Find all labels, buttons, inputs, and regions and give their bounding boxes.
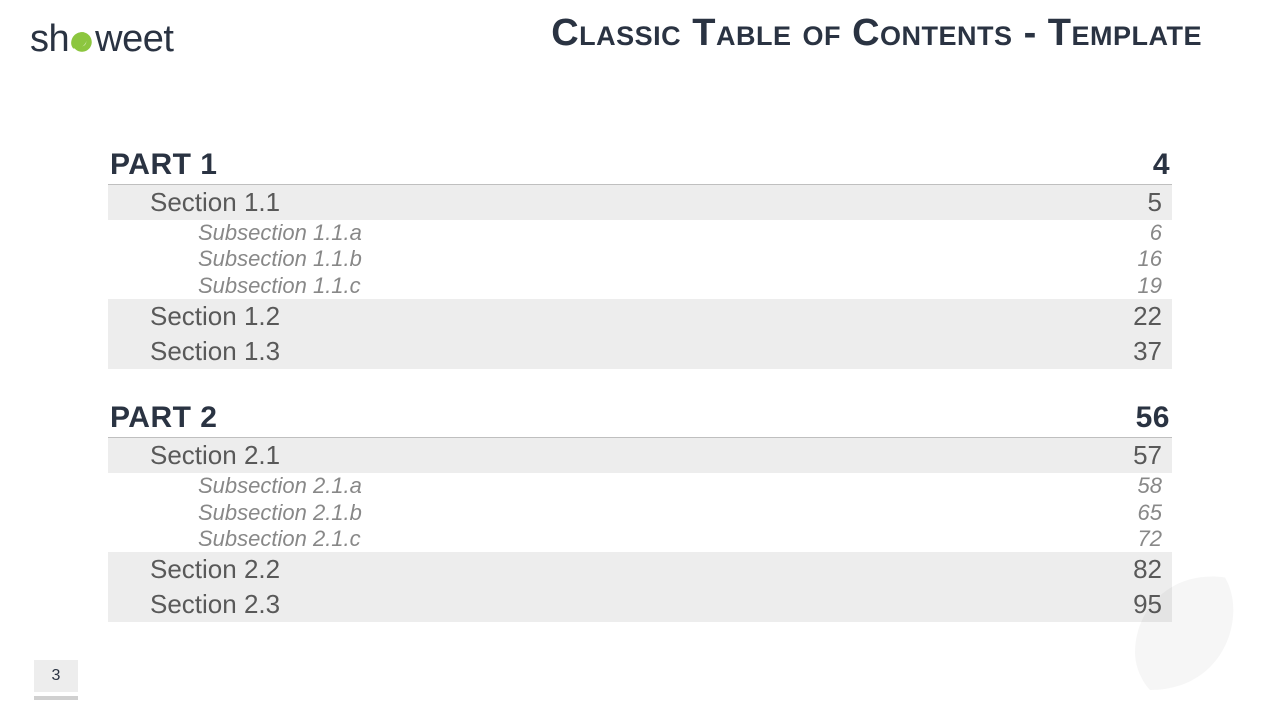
toc-subsection-label: Subsection 2.1.b — [198, 500, 362, 526]
toc-section-label: Section 2.3 — [150, 589, 280, 620]
toc-subsection-row: Subsection 2.1.c 72 — [108, 526, 1172, 552]
toc-subsection-page: 6 — [1150, 220, 1162, 246]
toc-subsection-row: Subsection 2.1.a 58 — [108, 473, 1172, 499]
toc-section-row: Section 2.3 95 — [108, 587, 1172, 622]
toc-subsection-label: Subsection 1.1.b — [198, 246, 362, 272]
toc-section-row: Section 2.1 57 — [108, 438, 1172, 473]
toc-part-label: PART 1 — [110, 148, 217, 182]
toc-section-page: 5 — [1148, 187, 1162, 218]
toc-subsection-page: 58 — [1138, 473, 1162, 499]
toc-section-label: Section 1.2 — [150, 301, 280, 332]
toc-part-label: PART 2 — [110, 401, 217, 435]
toc-section-row: Section 1.2 22 — [108, 299, 1172, 334]
toc-subsection-page: 72 — [1138, 526, 1162, 552]
logo-text-pre: sh — [30, 18, 69, 60]
toc-subsection-row: Subsection 2.1.b 65 — [108, 500, 1172, 526]
toc-part: PART 2 56 Section 2.1 57 Subsection 2.1.… — [108, 401, 1172, 622]
toc-section-label: Section 1.3 — [150, 336, 280, 367]
toc-section-label: Section 1.1 — [150, 187, 280, 218]
toc-subsection-label: Subsection 2.1.a — [198, 473, 362, 499]
logo: shweet — [30, 18, 173, 61]
table-of-contents: PART 1 4 Section 1.1 5 Subsection 1.1.a … — [108, 148, 1172, 654]
leaf-icon — [69, 22, 95, 65]
toc-subsection-row: Subsection 1.1.b 16 — [108, 246, 1172, 272]
toc-subsection-label: Subsection 1.1.a — [198, 220, 362, 246]
toc-section-label: Section 2.1 — [150, 440, 280, 471]
toc-section-row: Section 1.3 37 — [108, 334, 1172, 369]
toc-subsection-label: Subsection 1.1.c — [198, 273, 361, 299]
toc-subsection-row: Subsection 1.1.c 19 — [108, 273, 1172, 299]
toc-section-row: Section 1.1 5 — [108, 185, 1172, 220]
toc-subsection-label: Subsection 2.1.c — [198, 526, 361, 552]
page-number: 3 — [34, 660, 78, 692]
toc-subsection-page: 65 — [1138, 500, 1162, 526]
toc-part-row: PART 2 56 — [108, 401, 1172, 438]
slide-title: Classic Table of Contents - Template — [551, 12, 1202, 55]
slide: shweet Classic Table of Contents - Templ… — [0, 0, 1280, 720]
toc-part-page: 4 — [1153, 148, 1170, 182]
toc-subsection-row: Subsection 1.1.a 6 — [108, 220, 1172, 246]
toc-part-page: 56 — [1136, 401, 1170, 435]
toc-section-label: Section 2.2 — [150, 554, 280, 585]
toc-section-page: 22 — [1133, 301, 1162, 332]
toc-section-page: 57 — [1133, 440, 1162, 471]
toc-section-row: Section 2.2 82 — [108, 552, 1172, 587]
watermark-icon — [1120, 555, 1280, 720]
toc-section-page: 37 — [1133, 336, 1162, 367]
toc-subsection-page: 16 — [1138, 246, 1162, 272]
logo-text-post: weet — [95, 18, 173, 60]
toc-subsection-page: 19 — [1138, 273, 1162, 299]
page-number-underline — [34, 696, 78, 700]
toc-part-row: PART 1 4 — [108, 148, 1172, 185]
toc-part: PART 1 4 Section 1.1 5 Subsection 1.1.a … — [108, 148, 1172, 369]
